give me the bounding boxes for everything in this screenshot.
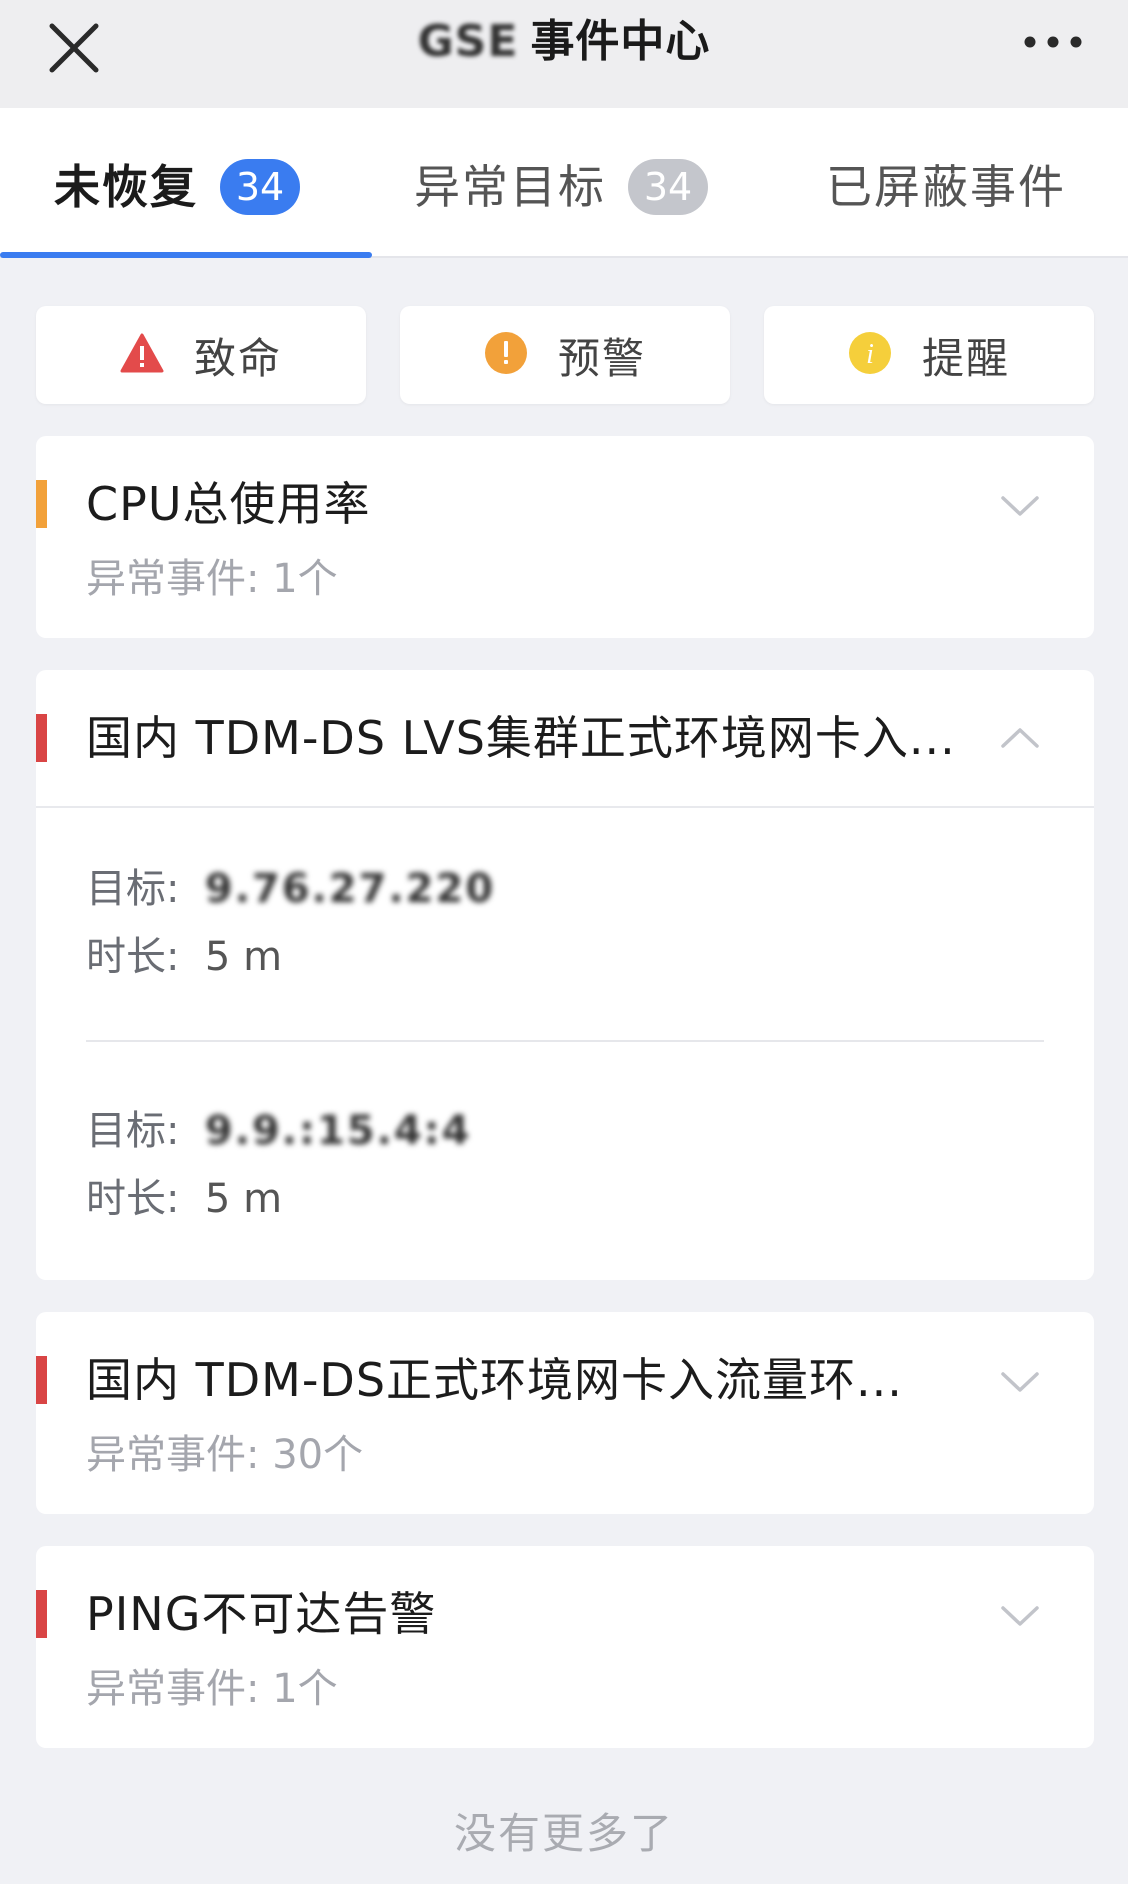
duration-row: 时长: 5 m <box>86 930 282 984</box>
severity-bar <box>36 1590 47 1638</box>
chevron-down-icon[interactable] <box>1000 494 1040 518</box>
count-badge: 34 <box>628 159 708 215</box>
tab-label: 异常目标 <box>414 160 606 214</box>
event-title: 国内 TDM-DS正式环境网卡入流量环... <box>86 1353 903 1407</box>
severity-bar <box>36 480 47 528</box>
target-label: 目标: <box>86 1108 180 1154</box>
event-card[interactable]: PING不可达告警 异常事件: 1个 <box>36 1546 1094 1748</box>
exclamation-circle-icon <box>484 331 528 379</box>
title-prefix: GSE <box>417 16 519 67</box>
divider <box>36 806 1094 808</box>
tab-active-indicator <box>0 252 372 258</box>
target-value: 9.9.:15.4:4 <box>204 1108 472 1154</box>
tab-bar: 未恢复 34 异常目标 34 已屏蔽事件 <box>0 108 1128 258</box>
more-icon[interactable] <box>1018 22 1088 72</box>
severity-filters: 致命 预警 i 提醒 <box>36 306 1094 406</box>
duration-row: 时长: 5 m <box>86 1172 282 1226</box>
duration-label: 时长: <box>86 934 180 980</box>
page-title: GSE 事件中心 <box>0 12 1128 72</box>
chevron-down-icon[interactable] <box>1000 1604 1040 1628</box>
target-row: 目标: 9.76.27.220 <box>86 862 495 916</box>
event-title: PING不可达告警 <box>86 1587 437 1641</box>
target-row: 目标: 9.9.:15.4:4 <box>86 1104 472 1158</box>
tab-unrecovered[interactable]: 未恢复 34 <box>54 152 300 222</box>
top-bar: GSE 事件中心 <box>0 0 1128 108</box>
event-count: 异常事件: 30个 <box>86 1432 364 1478</box>
no-more-text: 没有更多了 <box>453 1809 674 1858</box>
event-card-expanded[interactable]: 国内 TDM-DS LVS集群正式环境网卡入... 目标: 9.76.27.22… <box>36 670 1094 1280</box>
tab-abnormal-targets[interactable]: 异常目标 34 <box>414 152 708 222</box>
severity-bar <box>36 714 47 762</box>
filter-fatal-button[interactable]: 致命 <box>36 306 366 404</box>
tab-blocked-events[interactable]: 已屏蔽事件 <box>826 152 1066 222</box>
event-card[interactable]: CPU总使用率 异常事件: 1个 <box>36 436 1094 638</box>
chevron-up-icon[interactable] <box>1000 726 1040 750</box>
filter-label: 致命 <box>193 333 282 383</box>
title-text: 事件中心 <box>530 16 711 67</box>
filter-warning-button[interactable]: 预警 <box>400 306 730 404</box>
event-count: 异常事件: 1个 <box>86 1666 338 1712</box>
duration-label: 时长: <box>86 1176 180 1222</box>
duration-value: 5 m <box>204 1176 283 1222</box>
tab-label: 未恢复 <box>54 160 198 214</box>
count-badge: 34 <box>220 159 300 215</box>
divider <box>86 1040 1044 1042</box>
filter-label: 预警 <box>557 333 646 383</box>
warning-triangle-icon <box>120 333 164 377</box>
duration-value: 5 m <box>204 934 283 980</box>
severity-bar <box>36 1356 47 1404</box>
event-title: CPU总使用率 <box>86 477 371 531</box>
event-count: 异常事件: 1个 <box>86 556 338 602</box>
chevron-down-icon[interactable] <box>1000 1370 1040 1394</box>
target-value: 9.76.27.220 <box>204 866 496 912</box>
filter-label: 提醒 <box>921 333 1010 383</box>
info-circle-icon: i <box>848 331 892 379</box>
svg-text:i: i <box>866 339 874 370</box>
tab-label: 已屏蔽事件 <box>826 160 1066 214</box>
filter-reminder-button[interactable]: i 提醒 <box>764 306 1094 404</box>
event-card[interactable]: 国内 TDM-DS正式环境网卡入流量环... 异常事件: 30个 <box>36 1312 1094 1514</box>
event-title: 国内 TDM-DS LVS集群正式环境网卡入... <box>86 711 956 765</box>
target-label: 目标: <box>86 866 180 912</box>
